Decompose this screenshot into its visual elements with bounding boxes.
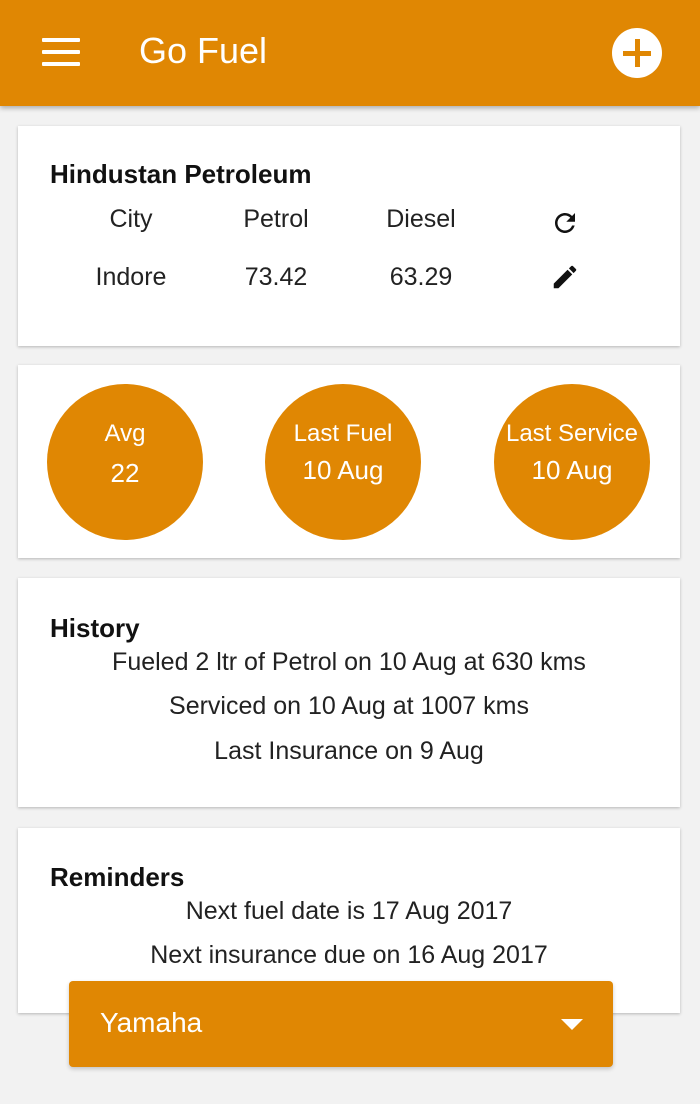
app-title: Go Fuel (139, 30, 268, 71)
history-title: History (50, 613, 140, 643)
vehicle-select-value: Yamaha (100, 1007, 203, 1038)
chevron-down-icon (561, 1019, 583, 1030)
app-bar: Go Fuel (0, 0, 700, 106)
diesel-price: 63.29 (389, 263, 453, 291)
refresh-icon[interactable] (550, 208, 580, 238)
last-fuel-stat: Last Fuel 10 Aug (265, 384, 421, 540)
stat-label: Last Fuel (293, 420, 393, 447)
stat-value: 10 Aug (531, 455, 613, 485)
pencil-icon[interactable] (550, 262, 580, 292)
reminder-item: Next insurance due on 16 Aug 2017 (150, 941, 548, 969)
menu-icon[interactable] (42, 38, 80, 66)
stat-label: Avg (104, 420, 146, 447)
history-item: Serviced on 10 Aug at 1007 kms (169, 692, 529, 720)
stat-value: 22 (110, 458, 140, 488)
stats-card: Avg 22 Last Fuel 10 Aug Last Service 10 … (18, 365, 680, 558)
avg-stat: Avg 22 (47, 384, 203, 540)
history-item: Last Insurance on 9 Aug (214, 737, 484, 765)
stat-value: 10 Aug (302, 455, 384, 485)
petrol-price: 73.42 (244, 263, 308, 291)
vehicle-select[interactable]: Yamaha (69, 981, 613, 1067)
fuel-price-card: Hindustan Petroleum City Petrol Diesel I… (18, 126, 680, 346)
diesel-header: Diesel (386, 205, 456, 233)
station-name: Hindustan Petroleum (50, 159, 312, 189)
last-service-stat: Last Service 10 Aug (494, 384, 650, 540)
history-item: Fueled 2 ltr of Petrol on 10 Aug at 630 … (112, 648, 586, 676)
petrol-header: Petrol (243, 205, 309, 233)
add-icon[interactable] (612, 28, 662, 78)
city-header: City (109, 205, 153, 233)
city-value: Indore (95, 263, 167, 291)
reminders-title: Reminders (50, 862, 185, 892)
stat-label: Last Service (505, 420, 639, 447)
history-card: History Fueled 2 ltr of Petrol on 10 Aug… (18, 578, 680, 807)
reminder-item: Next fuel date is 17 Aug 2017 (185, 897, 513, 925)
